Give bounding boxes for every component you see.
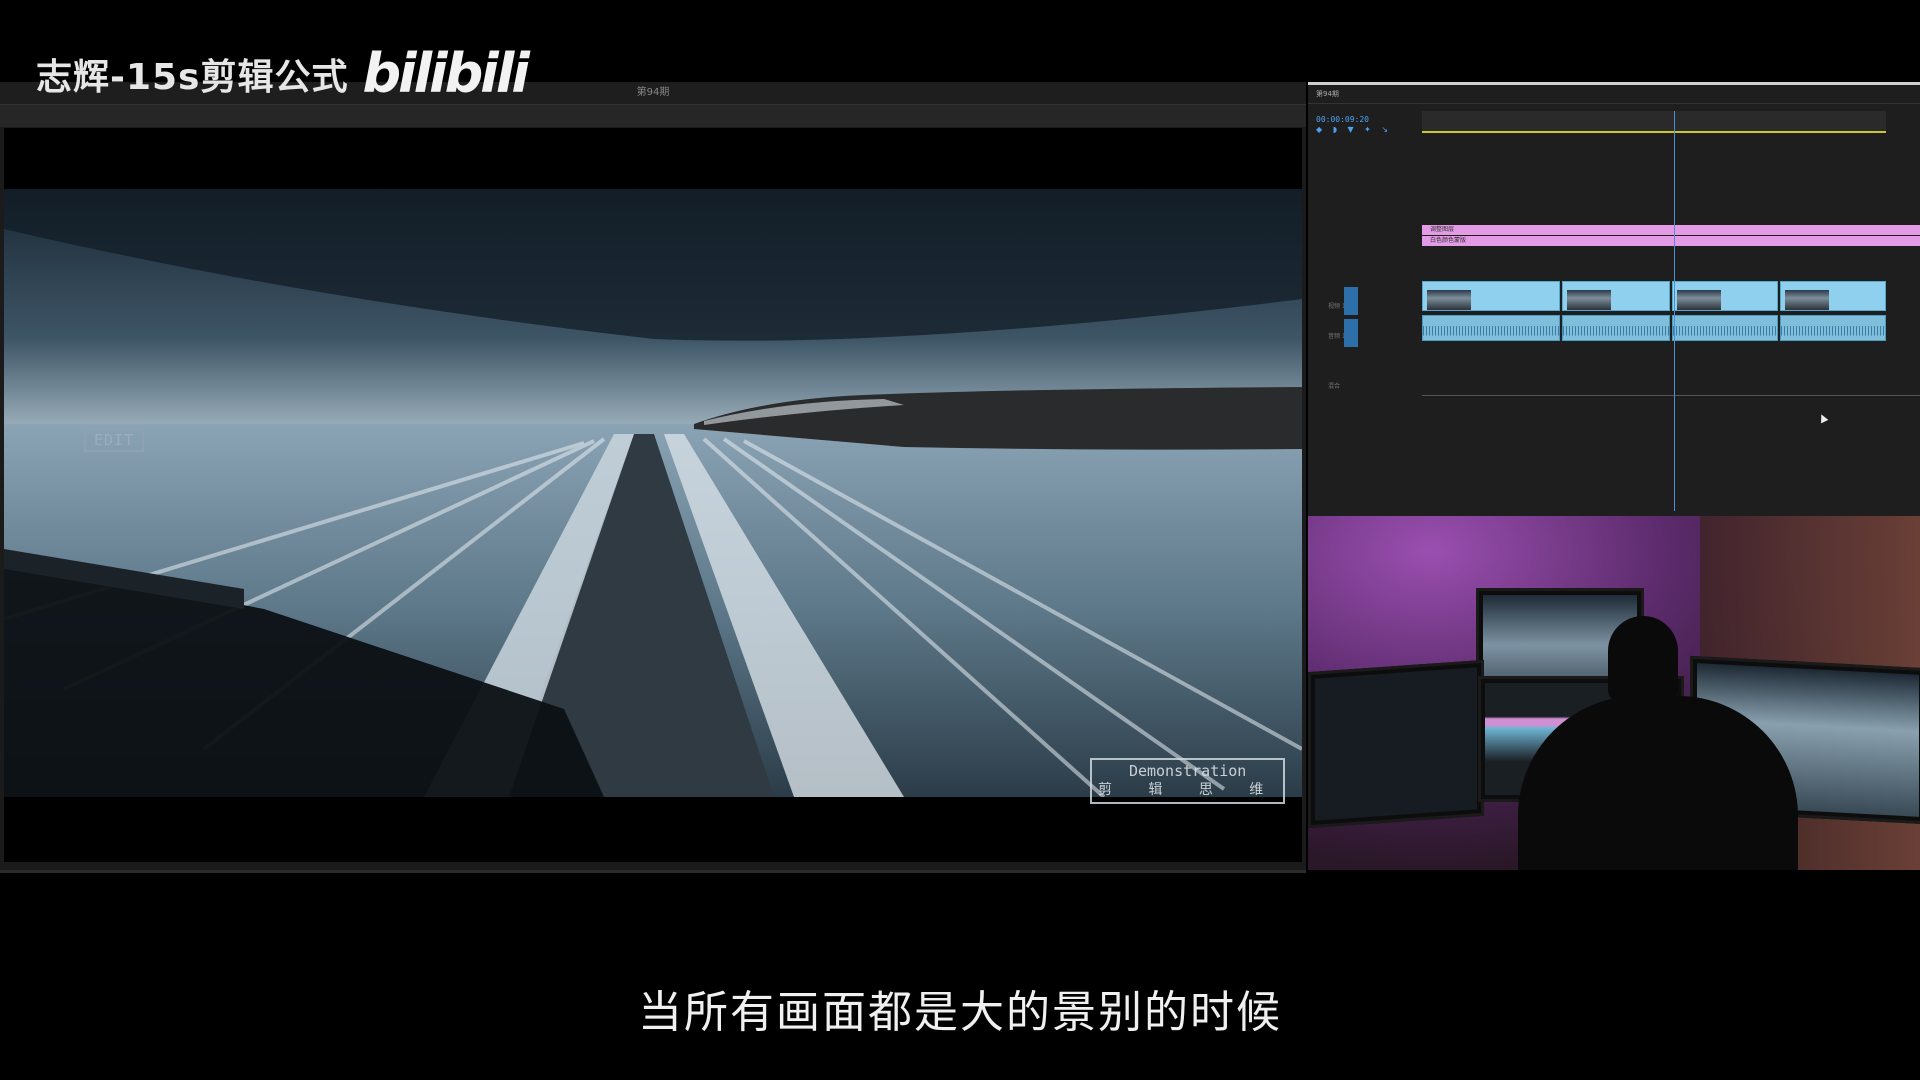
- sequence-tab[interactable]: 第94期: [1308, 85, 1920, 104]
- video-clip[interactable]: [1780, 281, 1886, 311]
- ice-road-scene: [4, 189, 1302, 797]
- demo-tag-line2: 剪 辑 思 维: [1098, 782, 1278, 798]
- channel-title: 志辉-15s剪辑公式: [36, 56, 349, 98]
- track-divider: [1422, 395, 1920, 396]
- channel-watermark: 志辉-15s剪辑公式 bilibili: [36, 42, 530, 105]
- program-monitor: 第94期 EDIT Demonstration 剪 辑 思 维: [0, 82, 1306, 873]
- audio-clip[interactable]: [1422, 315, 1560, 341]
- timeline-panel[interactable]: 第94期 00:00:09:20 ◆ ◗ ▼ ✦ ↘ 视频 1 音频 1 混合 …: [1308, 82, 1920, 517]
- track-headers: 视频 1 音频 1 混合: [1308, 205, 1420, 505]
- time-ruler[interactable]: [1422, 111, 1886, 133]
- monitor-toolbar: [0, 105, 1306, 127]
- track-target-a1[interactable]: [1344, 319, 1358, 347]
- video-clip[interactable]: [1562, 281, 1670, 311]
- editor-head: [1608, 616, 1678, 706]
- audio-clip[interactable]: [1562, 315, 1670, 341]
- video-frame[interactable]: EDIT Demonstration 剪 辑 思 维: [4, 128, 1302, 862]
- timecode[interactable]: 00:00:09:20: [1316, 115, 1369, 124]
- playhead[interactable]: [1674, 111, 1675, 511]
- subtitle: 当所有画面都是大的景别的时候: [638, 987, 1282, 1038]
- track-target-v1[interactable]: [1344, 287, 1358, 315]
- video-clip[interactable]: [1422, 281, 1560, 311]
- demonstration-tag: Demonstration 剪 辑 思 维: [1090, 758, 1286, 804]
- demo-tag-line1: Demonstration: [1128, 762, 1247, 780]
- monitor-left: [1308, 659, 1484, 829]
- audio-clip[interactable]: [1780, 315, 1886, 341]
- bilibili-logo: bilibili: [362, 42, 529, 105]
- edit-tag: EDIT: [84, 428, 145, 452]
- track-mix-label: 混合: [1328, 383, 1341, 390]
- webcam-inset: [1308, 516, 1920, 870]
- sequence-tab-label: 第94期: [1316, 90, 1339, 98]
- mouse-cursor-icon: [1817, 412, 1829, 424]
- timeline-tools[interactable]: ◆ ◗ ▼ ✦ ↘: [1316, 125, 1392, 134]
- clip-color-matte[interactable]: 白色颜色蒙版: [1422, 236, 1920, 246]
- audio-clip[interactable]: [1672, 315, 1778, 341]
- clip-adjustment-layer[interactable]: 调整图层: [1422, 225, 1920, 235]
- video-clip[interactable]: [1672, 281, 1778, 311]
